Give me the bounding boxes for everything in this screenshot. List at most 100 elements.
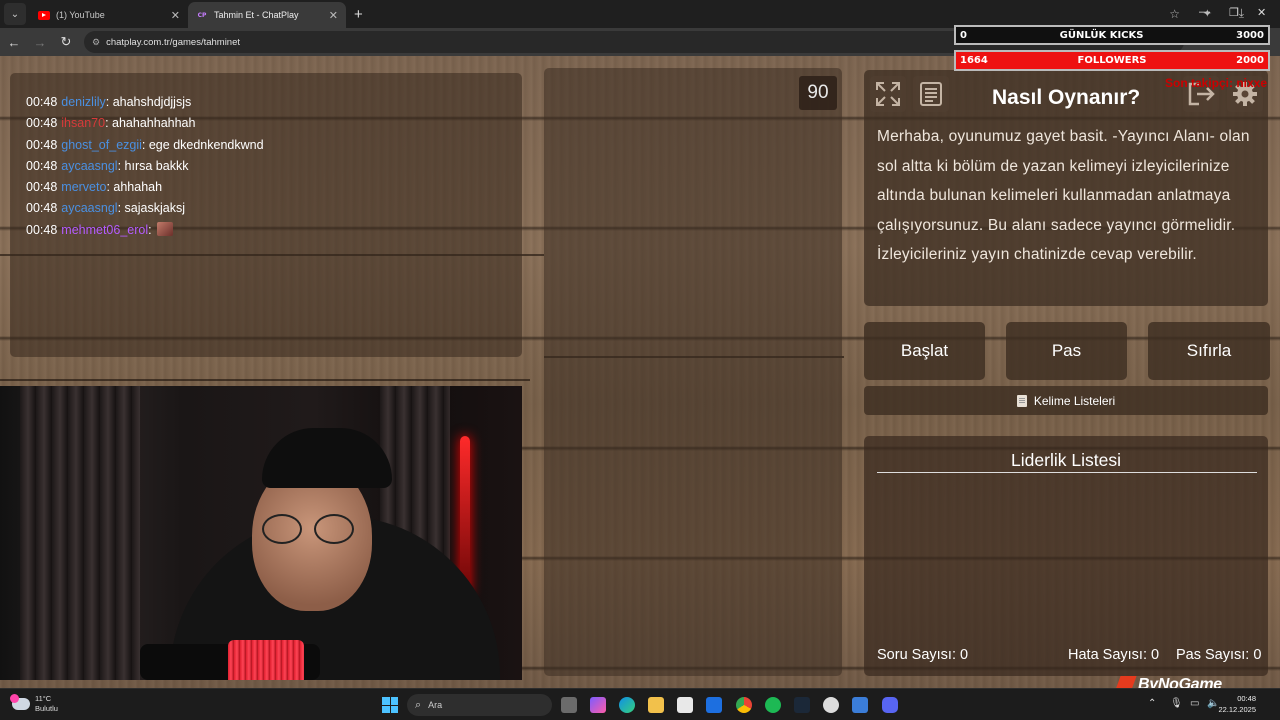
stat-value: 0 bbox=[960, 647, 969, 663]
chat-text: ege dkednkendkwnd bbox=[148, 137, 264, 152]
tab-youtube[interactable]: (1) YouTube ✕ bbox=[30, 2, 188, 28]
windows-start-icon[interactable] bbox=[382, 697, 398, 713]
start-button[interactable]: Başlat bbox=[864, 322, 985, 380]
store-icon[interactable] bbox=[677, 697, 693, 713]
wood-grain bbox=[0, 379, 530, 381]
chat-username[interactable]: aycaasngl bbox=[61, 159, 117, 173]
youtube-icon bbox=[38, 10, 50, 20]
question-count: Soru Sayısı: 0 bbox=[877, 647, 968, 663]
steam-icon[interactable] bbox=[794, 697, 810, 713]
followers-goal-bar: 1664 FOLLOWERS 2000 bbox=[954, 50, 1270, 71]
chevron-up-icon[interactable]: ⌃ bbox=[1148, 698, 1156, 709]
spotify-icon[interactable] bbox=[765, 697, 781, 713]
chat-time: 00:48 bbox=[26, 137, 58, 152]
stat-value: 0 bbox=[1151, 647, 1160, 663]
network-icon[interactable]: ▭ bbox=[1190, 698, 1199, 709]
daily-kicks-goal-bar: 0 GÜNLÜK KICKS 3000 bbox=[954, 25, 1270, 45]
forward-icon[interactable]: → bbox=[28, 35, 52, 50]
note-icon bbox=[1016, 394, 1027, 407]
search-icon: ⌕ bbox=[415, 698, 422, 711]
url-text: chatplay.com.tr/games/tahminet bbox=[106, 36, 241, 48]
word-lists-button[interactable]: Kelime Listeleri bbox=[864, 386, 1268, 415]
word-lists-label: Kelime Listeleri bbox=[1033, 393, 1116, 408]
streamer-cap bbox=[262, 428, 392, 488]
chat-time: 00:48 bbox=[26, 95, 58, 109]
edge-icon[interactable] bbox=[619, 697, 635, 713]
pass-button[interactable]: Pas bbox=[1006, 322, 1127, 380]
window-close-icon[interactable]: ✕ bbox=[1257, 6, 1266, 19]
chatplay-icon: CP bbox=[197, 11, 207, 19]
chat-text: ahhahah bbox=[113, 180, 163, 195]
chat-username[interactable]: ihsan70 bbox=[61, 116, 105, 130]
chat-username[interactable]: mehmet06_erol bbox=[61, 223, 148, 237]
weather-temp: 11°C bbox=[35, 694, 52, 703]
chat-username[interactable]: aycaasngl bbox=[61, 201, 117, 215]
chat-username[interactable]: merveto bbox=[61, 180, 106, 194]
chat-time: 00:48 bbox=[26, 201, 58, 216]
chat-username[interactable]: ghost_of_ezgii bbox=[61, 138, 142, 152]
tab-search-button[interactable]: ⌄ bbox=[4, 3, 26, 25]
tab-chatplay[interactable]: CP Tahmin Et - ChatPlay ✕ bbox=[188, 2, 346, 28]
chat-text: sajaskjaksj bbox=[124, 201, 185, 216]
countdown-timer: 90 bbox=[799, 76, 837, 110]
stat-label: Pas Sayısı: bbox=[1176, 647, 1250, 663]
emote-icon bbox=[157, 221, 174, 236]
cloud-icon bbox=[10, 694, 30, 710]
microphone-icon[interactable]: 🎙 bbox=[1170, 698, 1183, 709]
reset-button[interactable]: Sıfırla bbox=[1148, 322, 1270, 380]
clock[interactable]: 00:48 22.12.2025 bbox=[1218, 693, 1256, 715]
chrome-icon[interactable] bbox=[736, 697, 752, 713]
restore-icon[interactable]: ❐ bbox=[1229, 6, 1239, 19]
leaderboard-divider bbox=[877, 472, 1257, 473]
tab-title: Tahmin Et - ChatPlay bbox=[214, 10, 299, 20]
chat-time: 00:48 bbox=[26, 180, 58, 195]
new-tab-button[interactable]: + bbox=[354, 6, 363, 23]
discord-icon[interactable] bbox=[882, 697, 898, 713]
kicks-current: 0 bbox=[960, 29, 967, 41]
download-icon[interactable]: ⤓ bbox=[1239, 6, 1244, 21]
windows-taskbar: 11°C Bulutlu ⌕ Ara ⌃ 🎙 ▭ 🔈 00:48 22.12.2… bbox=[0, 688, 1280, 720]
background-curtain bbox=[20, 386, 140, 680]
back-icon[interactable]: ← bbox=[2, 35, 26, 50]
chat-message: 00:48 denizlily: ahahshdjdjjsjs bbox=[26, 95, 192, 109]
kicks-goal: 3000 bbox=[1236, 29, 1264, 41]
streamer-word-panel bbox=[544, 68, 842, 676]
fullscreen-icon[interactable] bbox=[870, 76, 906, 112]
app-icon[interactable] bbox=[852, 697, 868, 713]
reload-icon[interactable]: ↻ bbox=[54, 34, 78, 50]
clock-date: 22.12.2025 bbox=[1218, 705, 1256, 714]
tab-title: (1) YouTube bbox=[56, 10, 105, 20]
weather-desc: Bulutlu bbox=[35, 704, 58, 713]
chat-time: 00:48 bbox=[26, 222, 58, 237]
close-icon[interactable]: ✕ bbox=[171, 9, 180, 22]
copilot-icon[interactable] bbox=[590, 697, 606, 713]
file-explorer-icon[interactable] bbox=[648, 697, 664, 713]
chat-message: 00:48 aycaasngl: hırsa bakkk bbox=[26, 158, 189, 173]
chat-time: 00:48 bbox=[26, 116, 58, 131]
obs-icon[interactable] bbox=[823, 697, 839, 713]
followers-goal: 2000 bbox=[1236, 55, 1264, 66]
chat-message: 00:48 mehmet06_erol: bbox=[26, 220, 264, 241]
how-to-play-title: Nasıl Oynanır? bbox=[992, 86, 1141, 109]
chat-message: 00:48 ihsan70: ahahahhahhah bbox=[26, 116, 196, 131]
chat-time: 00:48 bbox=[26, 158, 58, 173]
close-icon[interactable]: ✕ bbox=[329, 9, 338, 22]
stat-label: Hata Sayısı: bbox=[1068, 647, 1147, 663]
site-info-icon[interactable]: ⚙ bbox=[92, 37, 100, 48]
document-icon[interactable] bbox=[913, 76, 949, 112]
taskbar-search[interactable]: ⌕ Ara bbox=[407, 694, 552, 716]
bookmark-star-icon[interactable]: ☆ bbox=[1169, 7, 1180, 21]
mail-icon[interactable] bbox=[706, 697, 722, 713]
followers-current: 1664 bbox=[960, 55, 988, 66]
chat-text: ahahahhahhah bbox=[112, 116, 196, 131]
extensions-icon[interactable]: ✦ bbox=[1203, 7, 1212, 20]
search-placeholder: Ara bbox=[428, 700, 443, 710]
chat-username[interactable]: denizlily bbox=[61, 95, 105, 109]
microphone bbox=[228, 640, 304, 680]
task-view-icon[interactable] bbox=[561, 697, 577, 713]
chat-message: 00:48 aycaasngl: sajaskjaksj bbox=[26, 201, 185, 216]
webcam-feed bbox=[0, 386, 522, 680]
weather-widget[interactable]: 11°C Bulutlu bbox=[10, 694, 58, 714]
how-to-play-text: Merhaba, oyunumuz gayet basit. -Yayıncı … bbox=[877, 128, 1250, 264]
leaderboard-title: Liderlik Listesi bbox=[1011, 450, 1121, 470]
